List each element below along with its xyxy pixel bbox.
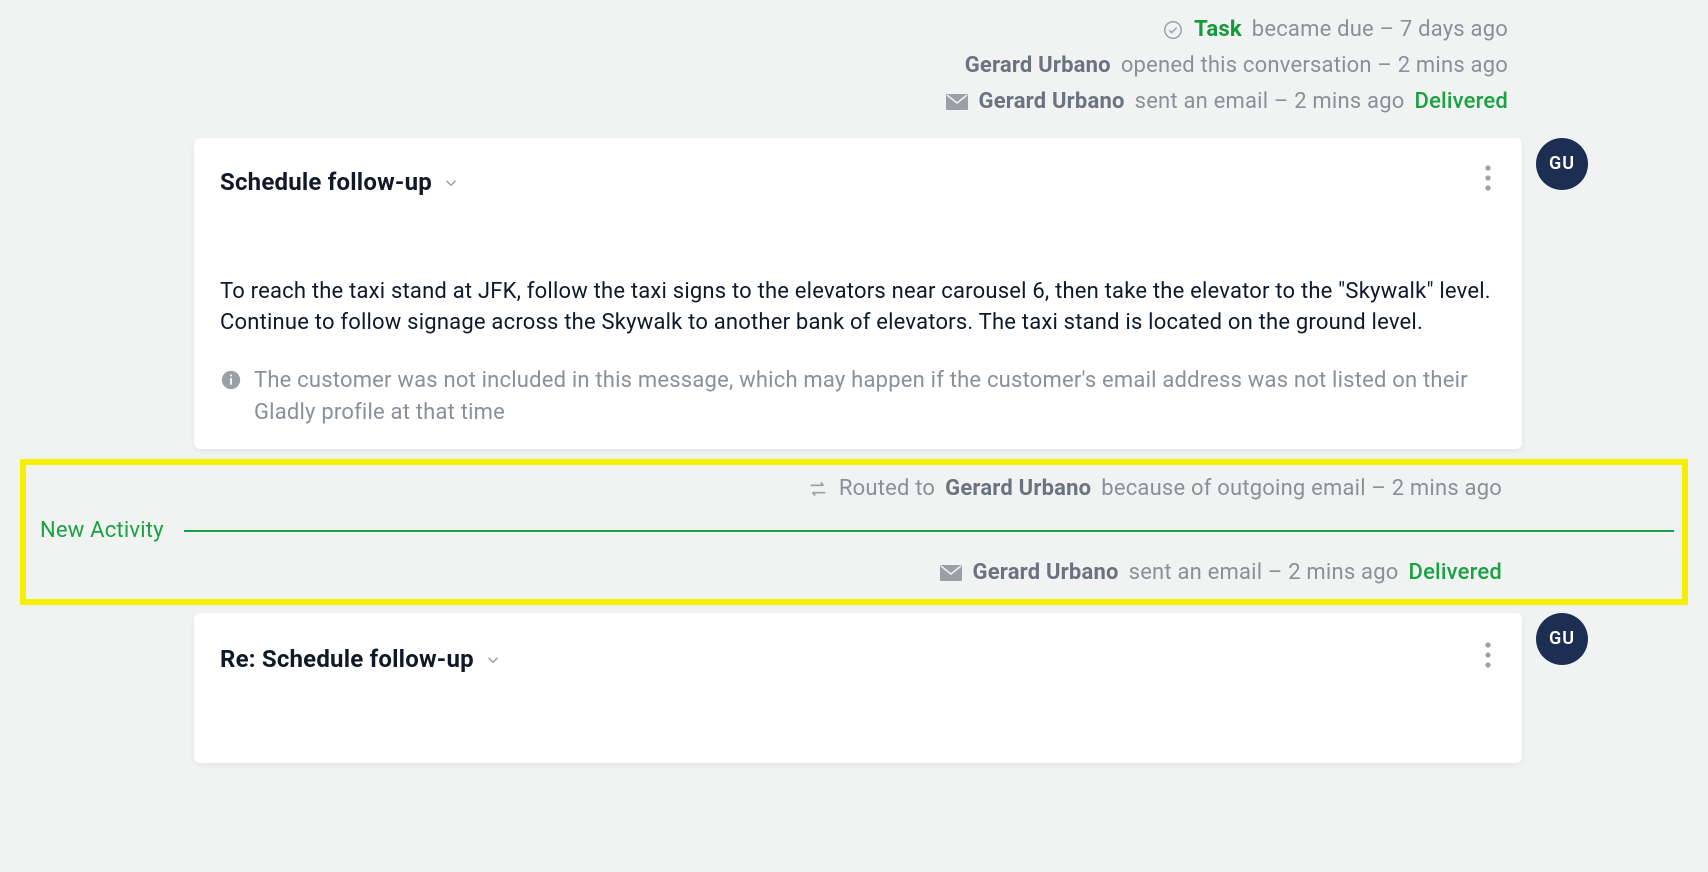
message-body: To reach the taxi stand at JFK, follow t…: [220, 276, 1496, 340]
route-icon: [807, 480, 829, 498]
card-info-note: The customer was not included in this me…: [220, 365, 1496, 429]
sent-text: sent an email – 2 mins ago: [1129, 557, 1399, 589]
new-activity-highlight: Routed to Gerard Urbano because of outgo…: [20, 459, 1688, 605]
avatar[interactable]: GU: [1536, 613, 1588, 665]
mail-icon: [939, 564, 963, 582]
task-text: became due – 7 days ago: [1252, 14, 1508, 46]
meta-row-opened: Gerard Urbano opened this conversation –…: [10, 48, 1698, 84]
email-card-row-1: Schedule follow-up To reach the taxi sta…: [10, 120, 1698, 449]
meta-row-sent-1: Gerard Urbano sent an email – 2 mins ago…: [10, 84, 1698, 120]
task-label: Task: [1194, 14, 1242, 46]
new-activity-divider: New Activity: [26, 515, 1682, 547]
meta-row-task-due: Task became due – 7 days ago: [10, 12, 1698, 48]
actor-name: Gerard Urbano: [979, 86, 1125, 118]
card-header: Re: Schedule follow-up: [220, 637, 1496, 683]
divider-line: [184, 530, 1674, 532]
info-icon: [220, 369, 242, 401]
mail-icon: [945, 93, 969, 111]
card-header: Schedule follow-up: [220, 160, 1496, 206]
info-text: The customer was not included in this me…: [254, 365, 1496, 429]
check-circle-icon: [1162, 19, 1184, 41]
actor-name: Gerard Urbano: [965, 50, 1111, 82]
more-menu-button[interactable]: [1480, 160, 1496, 206]
avatar-initials: GU: [1549, 626, 1575, 652]
routed-text: because of outgoing email – 2 mins ago: [1101, 473, 1502, 505]
more-menu-button[interactable]: [1480, 637, 1496, 683]
email-card-row-2: Re: Schedule follow-up GU: [10, 613, 1698, 763]
delivery-status: Delivered: [1415, 86, 1508, 118]
routed-prefix: Routed to: [839, 473, 935, 505]
chevron-down-icon[interactable]: [442, 174, 460, 192]
conversation-feed: Task became due – 7 days ago Gerard Urba…: [0, 0, 1708, 872]
avatar[interactable]: GU: [1536, 138, 1588, 190]
chevron-down-icon[interactable]: [484, 651, 502, 669]
card-title-group[interactable]: Re: Schedule follow-up: [220, 642, 502, 677]
card-body: To reach the taxi stand at JFK, follow t…: [220, 276, 1496, 340]
sent-text: sent an email – 2 mins ago: [1135, 86, 1405, 118]
card-title-group[interactable]: Schedule follow-up: [220, 165, 460, 200]
email-card[interactable]: Re: Schedule follow-up: [194, 613, 1522, 763]
meta-row-sent-2: Gerard Urbano sent an email – 2 mins ago…: [26, 555, 1682, 591]
email-card[interactable]: Schedule follow-up To reach the taxi sta…: [194, 138, 1522, 449]
card-title: Schedule follow-up: [220, 165, 432, 200]
actor-name: Gerard Urbano: [945, 473, 1091, 505]
actor-name: Gerard Urbano: [973, 557, 1119, 589]
meta-row-routed: Routed to Gerard Urbano because of outgo…: [26, 471, 1682, 507]
opened-text: opened this conversation – 2 mins ago: [1121, 50, 1508, 82]
card-title: Re: Schedule follow-up: [220, 642, 474, 677]
avatar-initials: GU: [1549, 151, 1575, 177]
new-activity-label: New Activity: [34, 515, 170, 547]
delivery-status: Delivered: [1409, 557, 1502, 589]
